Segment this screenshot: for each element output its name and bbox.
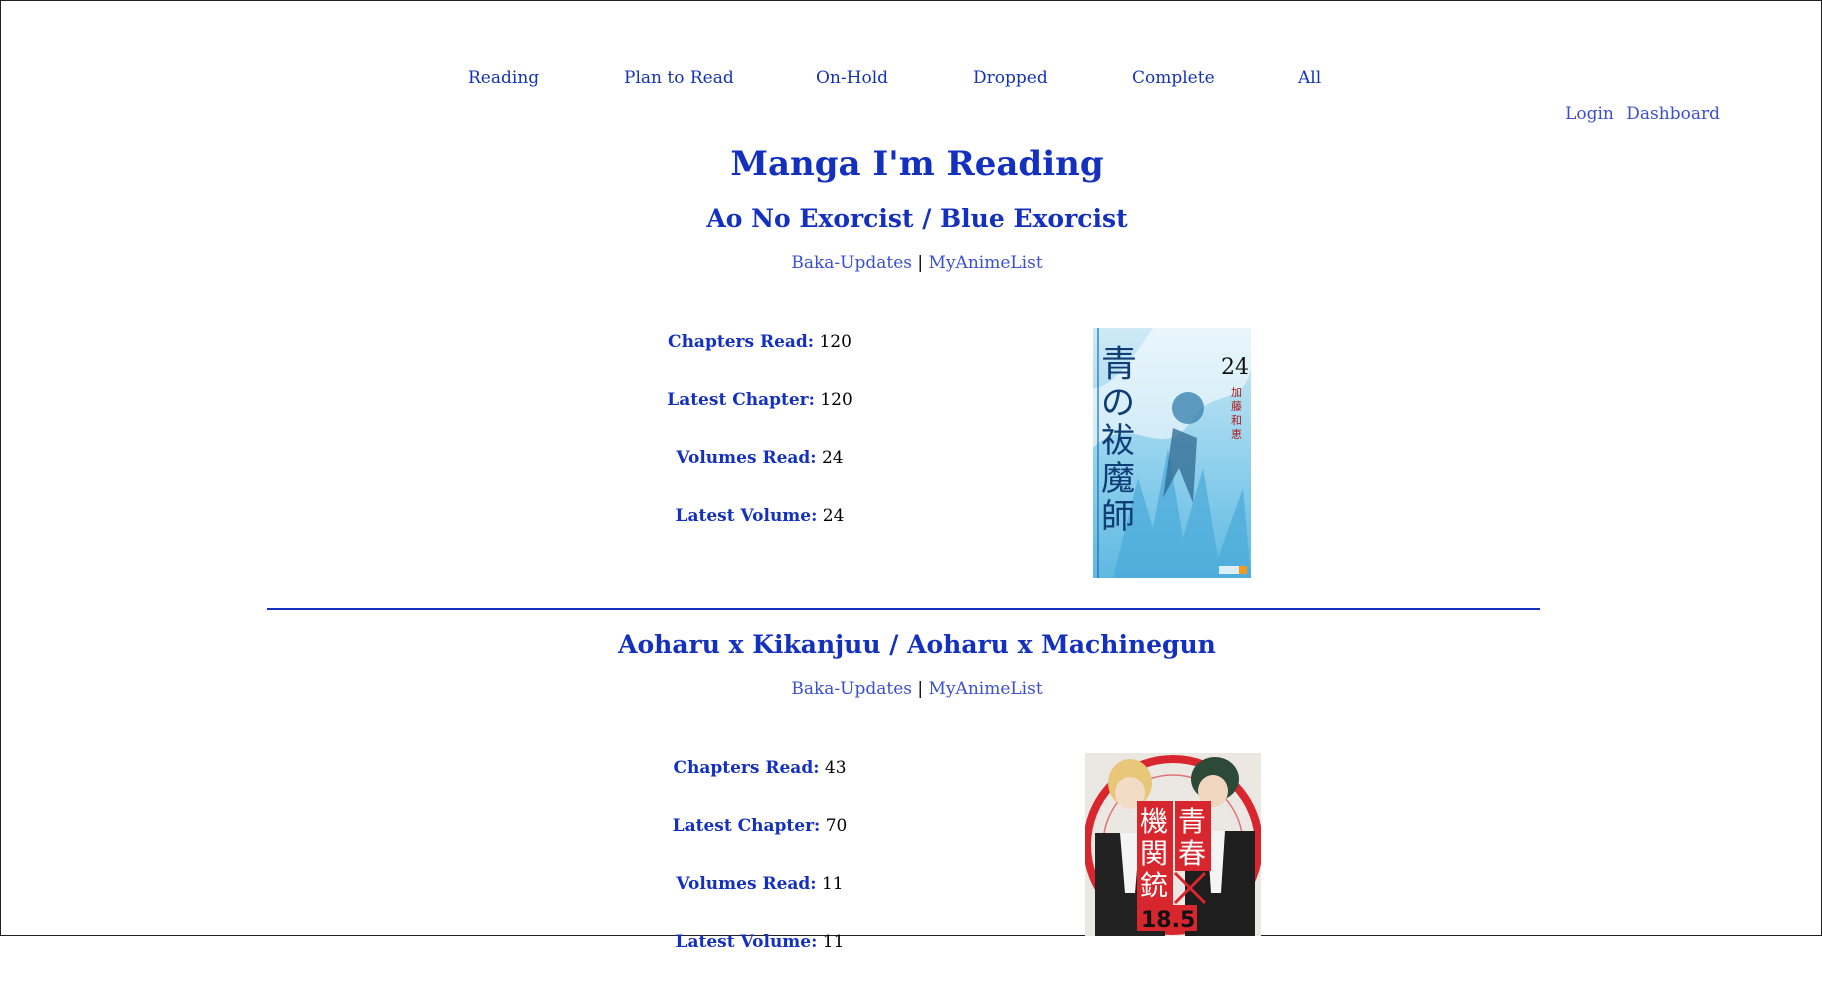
nav-complete[interactable]: Complete <box>1132 68 1215 88</box>
stat-label: Volumes Read: <box>676 448 817 468</box>
dashboard-link[interactable]: Dashboard <box>1626 104 1720 124</box>
manga-entry: Aoharu x Kikanjuu / Aoharu x Machinegun … <box>0 630 1822 699</box>
svg-text:機: 機 <box>1140 805 1168 838</box>
svg-text:藤: 藤 <box>1231 400 1242 413</box>
external-links: Baka-Updates | MyAnimeList <box>0 253 1822 273</box>
svg-text:の: の <box>1101 383 1135 423</box>
svg-text:加: 加 <box>1231 386 1242 399</box>
svg-text:師: 師 <box>1101 497 1135 537</box>
myanimelist-link[interactable]: MyAnimeList <box>929 679 1043 699</box>
login-link[interactable]: Login <box>1565 104 1614 124</box>
status-nav: Reading Plan to Read On-Hold Dropped Com… <box>0 68 1822 92</box>
link-separator: | <box>917 679 924 699</box>
stat-volumes-read: Volumes Read: 24 <box>640 446 880 504</box>
myanimelist-link[interactable]: MyAnimeList <box>929 253 1043 273</box>
svg-text:青: 青 <box>1101 344 1137 385</box>
stat-chapters-read: Chapters Read: 120 <box>640 330 880 388</box>
manga-title: Ao No Exorcist / Blue Exorcist <box>706 204 1128 233</box>
stat-latest-chapter: Latest Chapter: 70 <box>640 814 880 872</box>
stat-chapters-read: Chapters Read: 43 <box>640 756 880 814</box>
baka-updates-link[interactable]: Baka-Updates <box>791 679 912 699</box>
nav-on-hold[interactable]: On-Hold <box>816 68 888 88</box>
stats-list: Chapters Read: 120 Latest Chapter: 120 V… <box>640 330 880 562</box>
stat-latest-volume: Latest Volume: 11 <box>640 930 880 988</box>
svg-text:18.5: 18.5 <box>1141 908 1195 933</box>
svg-text:関: 関 <box>1140 837 1168 870</box>
stat-value: 120 <box>820 390 853 410</box>
stat-label: Chapters Read: <box>673 758 820 778</box>
svg-text:銃: 銃 <box>1140 869 1168 902</box>
stat-label: Latest Chapter: <box>672 816 821 836</box>
page-frame <box>0 0 1822 936</box>
stat-value: 43 <box>824 758 847 778</box>
stat-value: 24 <box>822 506 845 526</box>
stat-label: Chapters Read: <box>668 332 815 352</box>
manga-cover-image: 青 春 機 関 銃 18.5 <box>1083 753 1263 940</box>
baka-updates-link[interactable]: Baka-Updates <box>791 253 912 273</box>
stat-value: 11 <box>821 874 844 894</box>
svg-text:和: 和 <box>1231 414 1242 427</box>
link-separator: | <box>917 253 924 273</box>
stat-label: Volumes Read: <box>676 874 817 894</box>
page-title: Manga I'm Reading <box>730 144 1104 184</box>
svg-text:春: 春 <box>1178 837 1206 870</box>
stat-value: 120 <box>819 332 852 352</box>
stat-latest-volume: Latest Volume: 24 <box>640 504 880 562</box>
stat-label: Latest Volume: <box>675 932 818 952</box>
manga-cover-image: 青 の 祓 魔 師 24 加 藤 和 恵 <box>1093 328 1251 582</box>
nav-all[interactable]: All <box>1298 68 1321 88</box>
nav-dropped[interactable]: Dropped <box>973 68 1048 88</box>
svg-text:24: 24 <box>1221 355 1249 380</box>
external-links: Baka-Updates | MyAnimeList <box>0 679 1822 699</box>
manga-entry: Ao No Exorcist / Blue Exorcist Baka-Upda… <box>0 204 1822 273</box>
stat-value: 11 <box>822 932 845 952</box>
auth-links: Login Dashboard <box>1558 104 1720 124</box>
entry-divider <box>267 608 1540 610</box>
stat-label: Latest Volume: <box>675 506 818 526</box>
nav-plan-to-read[interactable]: Plan to Read <box>624 68 734 88</box>
stat-label: Latest Chapter: <box>667 390 815 410</box>
stats-list: Chapters Read: 43 Latest Chapter: 70 Vol… <box>640 756 880 988</box>
svg-text:魔: 魔 <box>1101 459 1135 499</box>
svg-text:青: 青 <box>1178 805 1206 838</box>
stat-latest-chapter: Latest Chapter: 120 <box>640 388 880 446</box>
svg-text:恵: 恵 <box>1231 427 1242 441</box>
stat-value: 24 <box>821 448 844 468</box>
stat-volumes-read: Volumes Read: 11 <box>640 872 880 930</box>
svg-text:祓: 祓 <box>1101 421 1135 461</box>
stat-value: 70 <box>825 816 848 836</box>
nav-reading[interactable]: Reading <box>468 68 539 88</box>
manga-title: Aoharu x Kikanjuu / Aoharu x Machinegun <box>618 630 1216 659</box>
